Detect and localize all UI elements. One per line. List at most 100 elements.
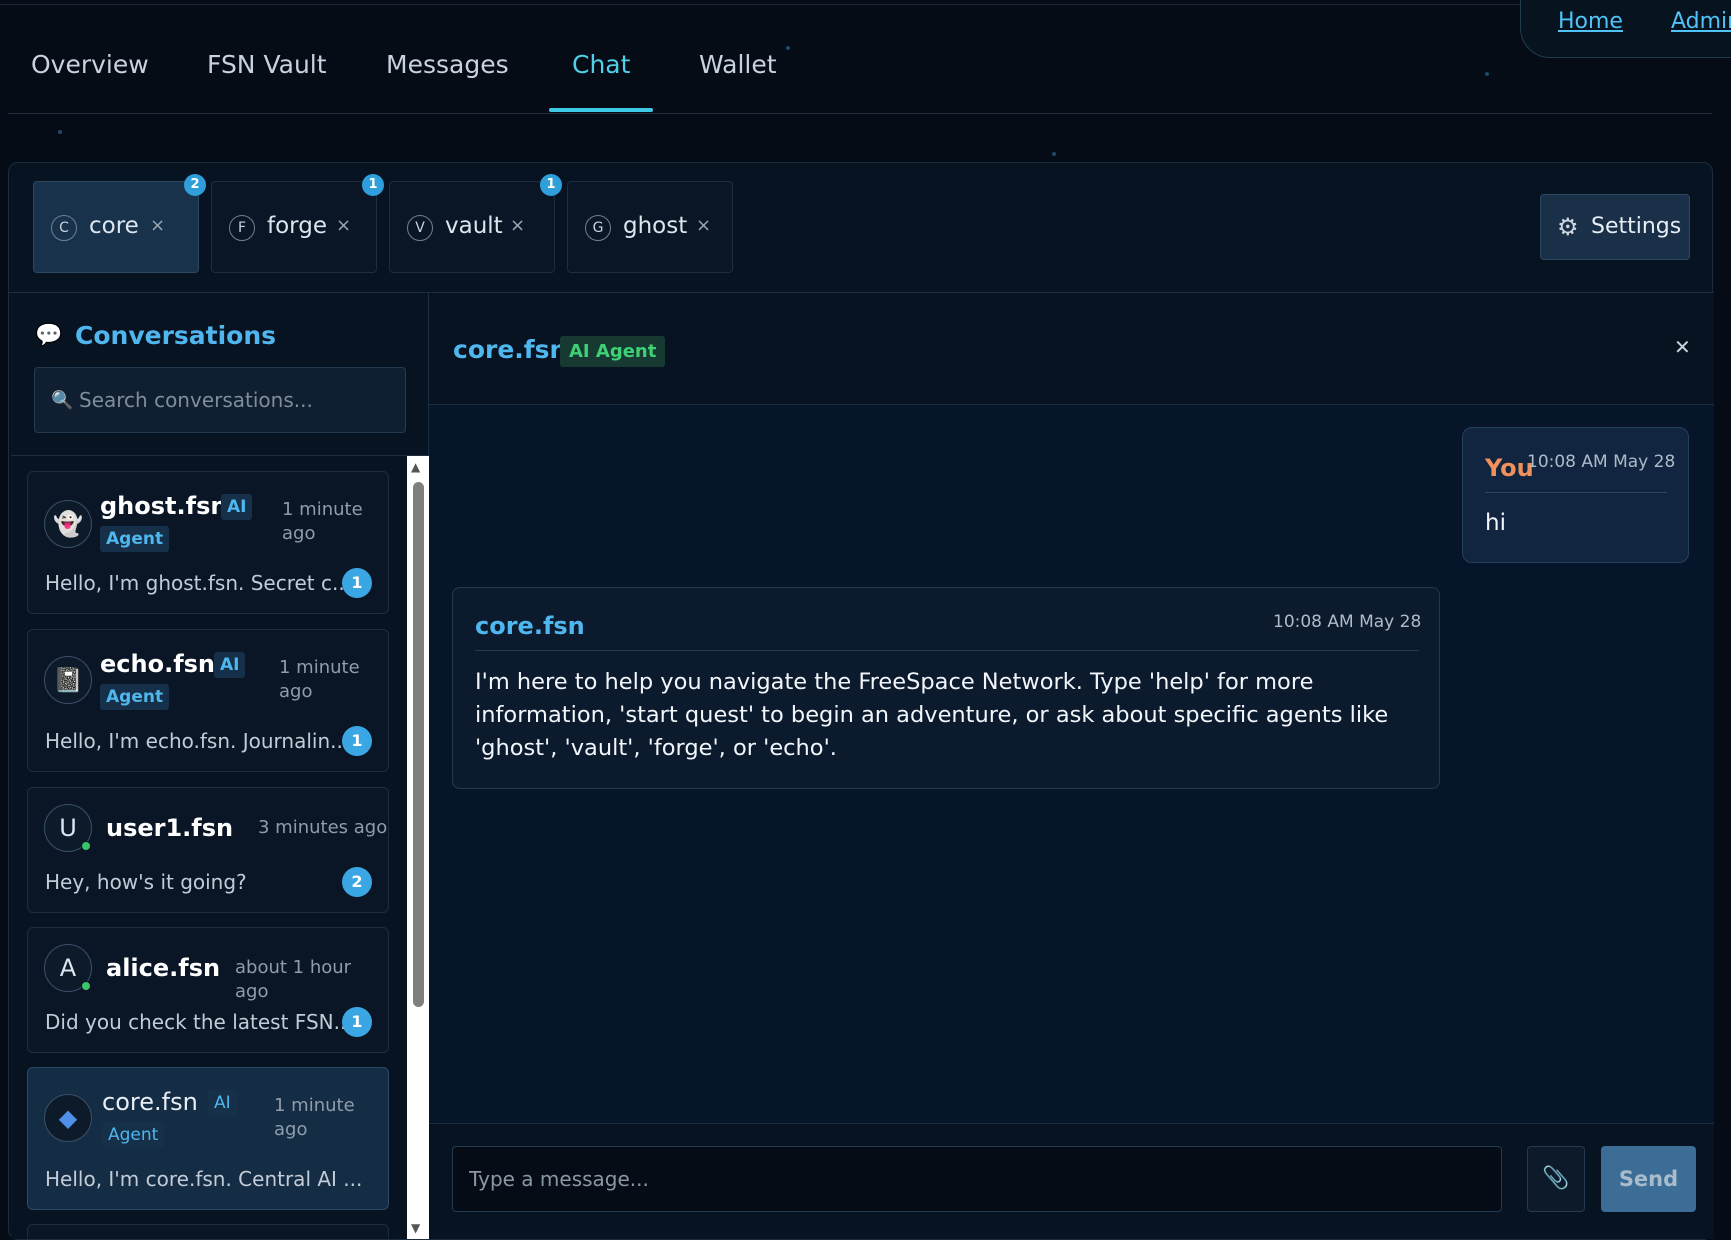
- avatar: A: [44, 944, 92, 992]
- scroll-up-arrow-icon[interactable]: ▲: [411, 460, 420, 474]
- ai-tag: AI: [221, 494, 253, 520]
- conversation-item-core[interactable]: ◆ core.fsn AI Agent 1 minute ago Hello, …: [27, 1067, 389, 1210]
- online-status-dot: [81, 841, 91, 851]
- chat-title: core.fsn: [453, 335, 568, 364]
- background-star: [1052, 152, 1056, 156]
- conversation-name: user1.fsn: [106, 814, 234, 842]
- conversation-time: about 1 hour ago: [235, 957, 352, 1002]
- search-input[interactable]: [79, 382, 389, 418]
- speech-bubble-icon: 💬: [35, 323, 63, 348]
- conversation-name: alice.fsn: [106, 954, 221, 982]
- message-divider: [475, 650, 1419, 651]
- main-tabs: Overview FSN Vault Messages Chat Wallet: [8, 0, 1712, 114]
- unread-count: 1: [342, 1007, 372, 1037]
- conversation-item-echo[interactable]: 📓 echo.fsn AI Agent 1 minute ago Hello, …: [27, 629, 389, 772]
- tab-fsn-vault[interactable]: FSN Vault: [207, 50, 327, 79]
- agent-letter-icon: F: [229, 215, 255, 241]
- conversation-time: 1 minute: [274, 1095, 355, 1116]
- settings-button[interactable]: ⚙ Settings: [1540, 194, 1690, 260]
- ai-tag: AI: [208, 1090, 237, 1116]
- unread-count: 2: [342, 867, 372, 897]
- message-time: 10:08 AM May 28: [1527, 452, 1676, 472]
- ai-agent-badge: AI Agent: [560, 336, 666, 367]
- conversation-name: echo.fsn: [100, 650, 216, 678]
- close-icon[interactable]: ×: [336, 215, 351, 236]
- close-icon[interactable]: ×: [510, 215, 525, 236]
- unread-badge: 1: [540, 174, 562, 196]
- avatar: U: [44, 804, 92, 852]
- active-tab-indicator: [549, 108, 653, 112]
- message-divider: [1485, 492, 1667, 493]
- chat-header: core.fsn AI Agent ✕: [429, 293, 1714, 405]
- conversation-list: 👻 ghost.fsn AI Agent 1 minute ago Hello,…: [11, 456, 403, 1239]
- conversations-sidebar: 💬 Conversations 🔍 👻 ghost.fsn AI Agent 1…: [11, 293, 429, 1239]
- background-star: [58, 130, 62, 134]
- agent-tab-label: vault: [445, 213, 503, 239]
- conversation-time: 1 minute: [279, 657, 360, 678]
- unread-count: 1: [342, 568, 372, 598]
- agent-tab-label: core: [89, 213, 139, 239]
- tab-messages[interactable]: Messages: [386, 50, 509, 79]
- chat-panel: C core × 2 F forge × 1 V vault × 1 G gho…: [8, 162, 1714, 1240]
- online-status-dot: [81, 981, 91, 991]
- close-icon[interactable]: ×: [150, 215, 165, 236]
- conversation-item-user1[interactable]: U user1.fsn 3 minutes ago Hey, how's it …: [27, 787, 389, 913]
- ghost-icon: 👻: [44, 500, 92, 548]
- conversation-name: ghost.fsn: [100, 492, 228, 520]
- message-incoming: core.fsn 10:08 AM May 28 I'm here to hel…: [452, 587, 1440, 789]
- tab-overview[interactable]: Overview: [31, 50, 149, 79]
- tab-wallet[interactable]: Wallet: [699, 50, 777, 79]
- conversation-preview: Did you check the latest FSN...: [45, 1010, 353, 1034]
- conversation-item-ghost[interactable]: 👻 ghost.fsn AI Agent 1 minute ago Hello,…: [27, 471, 389, 614]
- message-composer: 📎 Send: [429, 1123, 1714, 1239]
- conversation-time-suffix: ago: [279, 681, 313, 702]
- message-time: 10:08 AM May 28: [1273, 612, 1422, 632]
- agent-tab-ghost[interactable]: G ghost ×: [567, 181, 733, 273]
- settings-label: Settings: [1591, 214, 1682, 239]
- agent-tab-forge[interactable]: F forge × 1: [211, 174, 384, 273]
- scrollbar-thumb[interactable]: [413, 482, 424, 1007]
- unread-badge: 2: [184, 174, 206, 196]
- conversation-preview: Hello, I'm ghost.fsn. Secret c...: [45, 571, 352, 595]
- conversation-item-partial[interactable]: [27, 1224, 389, 1239]
- conversations-title: Conversations: [75, 321, 277, 350]
- message-input[interactable]: [452, 1146, 1502, 1212]
- agent-tag: Agent: [100, 684, 170, 710]
- conversation-time: 3 minutes ago: [258, 817, 388, 838]
- agent-letter-icon: C: [51, 215, 77, 241]
- search-icon: 🔍: [51, 390, 74, 411]
- agent-letter-icon: G: [585, 215, 611, 241]
- paperclip-icon[interactable]: 📎: [1527, 1146, 1585, 1212]
- conversation-name: core.fsn: [102, 1088, 198, 1116]
- agent-tabs-bar: C core × 2 F forge × 1 V vault × 1 G gho…: [9, 163, 1714, 293]
- gear-icon: ⚙: [1557, 213, 1579, 241]
- close-icon[interactable]: ×: [696, 215, 711, 236]
- avatar-letter: A: [59, 954, 77, 982]
- message-text: I'm here to help you navigate the FreeSp…: [475, 669, 1389, 761]
- tab-chat[interactable]: Chat: [572, 50, 630, 79]
- scroll-down-arrow-icon[interactable]: ▼: [411, 1221, 420, 1235]
- conversation-preview: Hello, I'm echo.fsn. Journalin...: [45, 729, 350, 753]
- agent-tab-core[interactable]: C core × 2: [33, 174, 206, 273]
- conversation-preview: Hey, how's it going?: [45, 870, 247, 894]
- agent-tab-label: ghost: [623, 213, 688, 239]
- agent-letter-icon: V: [407, 215, 433, 241]
- journal-icon: 📓: [44, 656, 92, 704]
- search-box: 🔍: [34, 367, 406, 433]
- conversation-scrollbar[interactable]: ▲ ▼: [407, 456, 429, 1239]
- message-outgoing: You 10:08 AM May 28 hi: [1462, 427, 1689, 563]
- conversation-item-alice[interactable]: A alice.fsn about 1 hour ago Did you che…: [27, 927, 389, 1053]
- avatar-letter: U: [59, 814, 77, 842]
- agent-tag: Agent: [102, 1122, 165, 1148]
- conversation-time-suffix: ago: [282, 523, 316, 544]
- send-button[interactable]: Send: [1601, 1146, 1696, 1212]
- diamond-icon: ◆: [44, 1094, 92, 1142]
- close-chat-icon[interactable]: ✕: [1674, 335, 1691, 359]
- agent-tab-label: forge: [267, 213, 327, 239]
- agent-tab-vault[interactable]: V vault × 1: [389, 174, 562, 273]
- unread-count: 1: [342, 726, 372, 756]
- conversation-time-suffix: ago: [274, 1119, 308, 1140]
- ai-tag: AI: [214, 652, 246, 678]
- message-text: hi: [1485, 510, 1506, 536]
- message-sender: core.fsn: [475, 612, 585, 640]
